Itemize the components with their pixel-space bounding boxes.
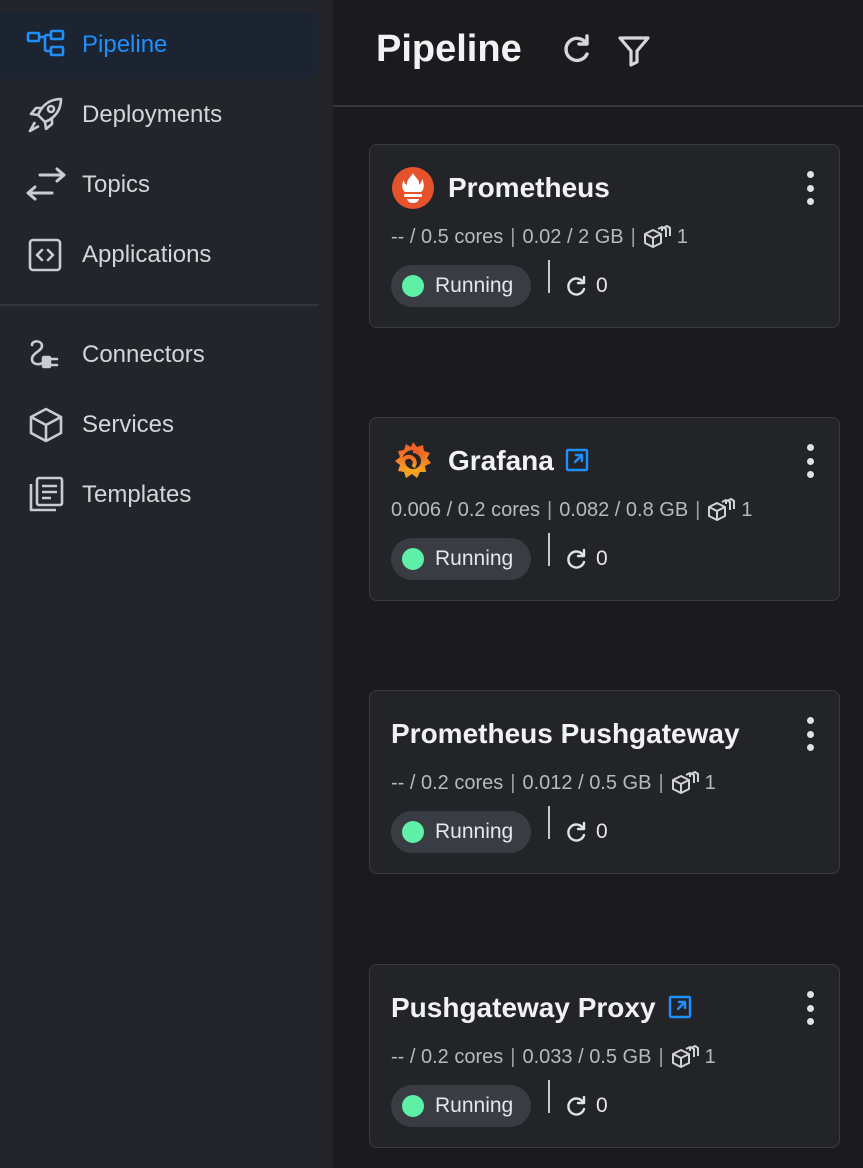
cpu-usage: -- / 0.5 cores (391, 225, 504, 248)
pipeline-icon (26, 25, 66, 65)
replica-count: 1 (704, 1045, 716, 1068)
sidebar-item-label: Topics (82, 171, 151, 198)
service-name: Prometheus (448, 172, 610, 203)
status-dot (402, 275, 424, 297)
service-name: Prometheus Pushgateway (391, 718, 740, 749)
replica-count: 1 (704, 771, 716, 794)
service-card-pushgateway-proxy[interactable]: Pushgateway Proxy -- / 0.2 cores | 0.033… (369, 964, 840, 1148)
sidebar-item-templates[interactable]: Templates (0, 461, 319, 529)
sidebar-divider (0, 304, 319, 306)
replicas-icon (671, 1045, 699, 1069)
sidebar-item-pipeline[interactable]: Pipeline (0, 11, 319, 79)
status-badge: Running (391, 811, 531, 853)
memory-usage: 0.012 / 0.5 GB (522, 771, 652, 794)
sidebar-item-label: Connectors (82, 341, 205, 368)
memory-usage: 0.033 / 0.5 GB (522, 1045, 652, 1068)
prometheus-logo (391, 166, 435, 210)
service-name: Pushgateway Proxy (391, 992, 656, 1023)
filter-icon[interactable] (617, 32, 651, 68)
service-card-prometheus[interactable]: Prometheus -- / 0.5 cores | 0.02 / 2 GB … (369, 144, 840, 328)
replicas-icon (671, 771, 699, 795)
stat-separator: | (546, 498, 553, 521)
external-link-icon[interactable] (565, 448, 589, 472)
sidebar-item-deployments[interactable]: Deployments (0, 81, 319, 149)
stat-separator: | (510, 1045, 516, 1068)
service-card-grafana[interactable]: Grafana 0.006 / 0.2 cores | 0.082 / 0.8 … (369, 417, 840, 601)
stat-separator: | (510, 771, 516, 794)
sidebar-item-topics[interactable]: Topics (0, 151, 319, 219)
resource-stats: 0.006 / 0.2 cores | 0.082 / 0.8 GB | 1 (391, 498, 753, 522)
templates-icon (26, 475, 66, 515)
stat-separator: | (658, 771, 664, 794)
status-badge: Running (391, 538, 531, 580)
status-label: Running (435, 1094, 514, 1117)
restart-count: 0 (596, 1094, 608, 1117)
more-options-icon[interactable] (803, 444, 817, 478)
page-header: Pipeline (333, 0, 863, 107)
memory-usage: 0.082 / 0.8 GB (559, 498, 689, 521)
sidebar-item-label: Services (82, 411, 175, 438)
more-options-icon[interactable] (803, 717, 817, 751)
sidebar: Pipeline Deployments Topics Applications… (0, 0, 333, 1168)
replica-count: 1 (741, 498, 753, 521)
restart-count: 0 (596, 547, 608, 570)
resource-stats: -- / 0.2 cores | 0.012 / 0.5 GB | 1 (391, 771, 716, 795)
more-options-icon[interactable] (803, 171, 817, 205)
restart-icon (564, 820, 588, 844)
memory-usage: 0.02 / 2 GB (522, 225, 624, 248)
cpu-usage: -- / 0.2 cores (391, 771, 504, 794)
status-dot (402, 548, 424, 570)
connector-icon (26, 335, 66, 375)
sidebar-item-label: Pipeline (82, 31, 168, 58)
status-label: Running (435, 547, 514, 570)
cpu-usage: -- / 0.2 cores (391, 1045, 504, 1068)
page-title: Pipeline (376, 28, 522, 70)
service-card-prometheus-pushgateway[interactable]: Prometheus Pushgateway -- / 0.2 cores | … (369, 690, 840, 874)
divider (548, 806, 550, 839)
service-name: Grafana (448, 445, 554, 476)
resource-stats: -- / 0.5 cores | 0.02 / 2 GB | 1 (391, 225, 688, 249)
cpu-usage: 0.006 / 0.2 cores (391, 498, 540, 521)
status-label: Running (435, 274, 514, 297)
status-badge: Running (391, 265, 531, 307)
divider (548, 1080, 550, 1113)
stat-separator: | (510, 225, 516, 248)
restart-icon (564, 547, 588, 571)
divider (548, 260, 550, 293)
sidebar-item-label: Applications (82, 241, 212, 268)
replicas-icon (707, 498, 736, 522)
status-dot (402, 821, 424, 843)
cube-icon (26, 405, 66, 445)
stat-separator: | (630, 225, 636, 248)
arrows-exchange-icon (26, 165, 66, 205)
code-box-icon (26, 235, 66, 275)
replicas-icon (643, 225, 671, 249)
resource-stats: -- / 0.2 cores | 0.033 / 0.5 GB | 1 (391, 1045, 716, 1069)
sidebar-item-applications[interactable]: Applications (0, 221, 319, 289)
external-link-icon[interactable] (668, 995, 692, 1019)
sidebar-item-label: Deployments (82, 101, 223, 128)
restart-count: 0 (596, 274, 608, 297)
status-dot (402, 1095, 424, 1117)
main-content: Pipeline Prometheus -- / 0.5 cores | 0.0… (333, 0, 863, 1168)
restart-count: 0 (596, 820, 608, 843)
divider (548, 533, 550, 566)
restart-icon (564, 274, 588, 298)
sidebar-item-services[interactable]: Services (0, 391, 319, 459)
stat-separator: | (695, 498, 701, 521)
sidebar-item-connectors[interactable]: Connectors (0, 321, 319, 389)
refresh-icon[interactable] (559, 32, 593, 68)
more-options-icon[interactable] (803, 991, 817, 1025)
grafana-logo (391, 439, 435, 483)
sidebar-item-label: Templates (82, 481, 192, 508)
stat-separator: | (658, 1045, 664, 1068)
restart-icon (564, 1094, 588, 1118)
status-label: Running (435, 820, 514, 843)
replica-count: 1 (676, 225, 688, 248)
status-badge: Running (391, 1085, 531, 1127)
rocket-icon (26, 95, 66, 135)
